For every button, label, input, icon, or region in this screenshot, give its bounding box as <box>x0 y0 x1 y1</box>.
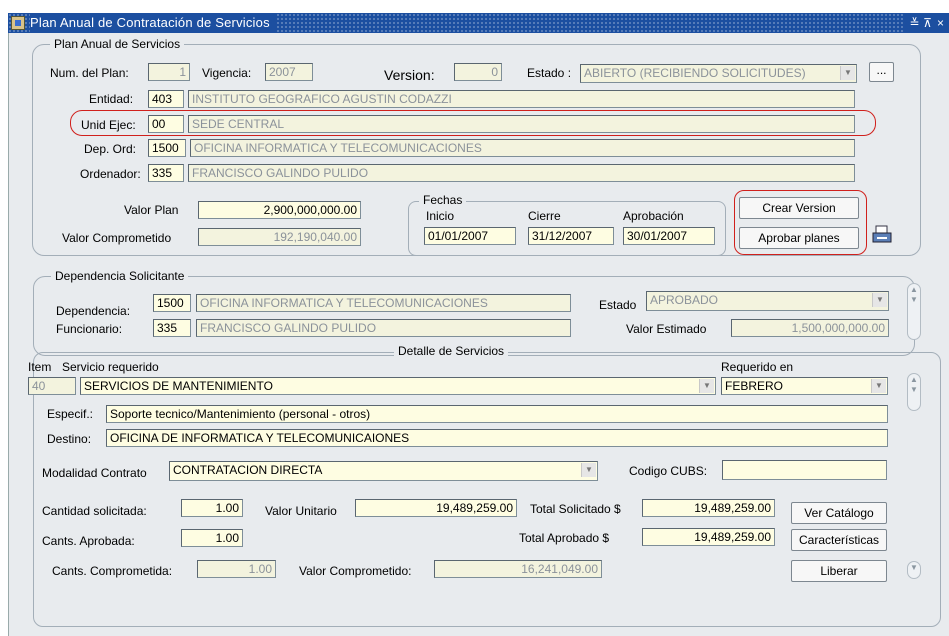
requerido-label: Requerido en <box>721 360 794 374</box>
liberar-button[interactable]: Liberar <box>791 560 887 582</box>
estado-label: Estado : <box>527 66 572 80</box>
app-icon <box>11 16 25 30</box>
estado-value: ABIERTO (RECIBIENDO SOLICITUDES) <box>584 66 806 80</box>
servicio-select[interactable]: SERVICIOS DE MANTENIMIENTO ▼ <box>80 377 716 395</box>
entidad-name-field[interactable]: INSTITUTO GEOGRAFICO AGUSTIN CODAZZI <box>188 90 855 108</box>
requerido-select[interactable]: FEBRERO ▼ <box>721 377 888 395</box>
caracteristicas-button[interactable]: Características <box>791 529 887 551</box>
plan-anual-legend: Plan Anual de Servicios <box>50 37 185 51</box>
cantidad-solicitada-label: Cantidad solicitada: <box>42 504 147 518</box>
destino-label: Destino: <box>47 432 92 446</box>
dep-ord-label: Dep. Ord: <box>84 142 137 156</box>
version-field[interactable]: 0 <box>454 63 502 81</box>
vigencia-field[interactable]: 2007 <box>265 63 313 81</box>
valor-unitario-label: Valor Unitario <box>265 504 337 518</box>
ver-catalogo-button[interactable]: Ver Catálogo <box>791 502 887 524</box>
codigo-cubs-label: Codigo CUBS: <box>629 464 708 478</box>
estado-select[interactable]: ABIERTO (RECIBIENDO SOLICITUDES) ▼ <box>580 64 857 83</box>
more-button[interactable]: ... <box>869 62 894 82</box>
chevron-down-icon[interactable]: ▼ <box>699 379 714 393</box>
entidad-code-field[interactable]: 403 <box>148 90 184 108</box>
print-icon[interactable] <box>872 225 892 245</box>
especif-label: Especif.: <box>47 407 94 421</box>
aprobacion-date-field[interactable]: 30/01/2007 <box>623 227 715 245</box>
cants-comprometida-field[interactable]: 1.00 <box>197 560 276 578</box>
codigo-cubs-field[interactable] <box>722 460 887 480</box>
estado-dep-label: Estado <box>599 298 637 312</box>
dep-ord-name-field[interactable]: OFICINA INFORMATICA Y TELECOMUNICACIONES <box>190 139 855 157</box>
detalle-lower-scroll-button[interactable]: ▼ <box>907 561 921 579</box>
ordenador-label: Ordenador: <box>80 167 141 181</box>
close-icon[interactable]: × <box>934 13 947 33</box>
fechas-legend: Fechas <box>419 193 467 207</box>
servicio-value: SERVICIOS DE MANTENIMIENTO <box>84 379 273 393</box>
estado-dep-value: APROBADO <box>650 293 719 307</box>
version-label: Version: <box>384 67 435 83</box>
valor-comprometido-det-label: Valor Comprometido: <box>299 564 412 578</box>
valor-comprometido-det-field[interactable]: 16,241,049.00 <box>434 560 602 578</box>
num-plan-field[interactable]: 1 <box>148 63 190 81</box>
detalle-legend: Detalle de Servicios <box>394 344 509 358</box>
total-solicitado-label: Total Solicitado $ <box>530 502 621 516</box>
dep-ord-code-field[interactable]: 1500 <box>148 139 186 157</box>
vigencia-label: Vigencia: <box>202 66 252 80</box>
dependencia-scrollbar[interactable]: ▲ ▼ <box>907 283 921 340</box>
minimize-icon[interactable]: ≚ <box>908 13 921 33</box>
aprobar-planes-button[interactable]: Aprobar planes <box>739 227 859 249</box>
valor-estimado-label: Valor Estimado <box>626 322 707 336</box>
cants-aprobada-label: Cants. Aprobada: <box>42 534 135 548</box>
valor-plan-field[interactable]: 2,900,000,000.00 <box>198 201 361 219</box>
window-title: Plan Anual de Contratación de Servicios <box>30 13 276 33</box>
cantidad-solicitada-field[interactable]: 1.00 <box>181 499 243 517</box>
dependencia-label: Dependencia: <box>56 304 131 318</box>
detalle-scrollbar[interactable]: ▲ ▼ <box>907 373 921 411</box>
title-bar[interactable]: Plan Anual de Contratación de Servicios … <box>8 13 949 33</box>
funcionario-name-field[interactable]: FRANCISCO GALINDO PULIDO <box>196 319 571 337</box>
total-aprobado-field[interactable]: 19,489,259.00 <box>642 528 775 546</box>
especif-field[interactable]: Soporte tecnico/Mantenimiento (personal … <box>106 405 888 423</box>
estado-dep-select[interactable]: APROBADO ▼ <box>646 291 889 311</box>
modalidad-select[interactable]: CONTRATACION DIRECTA ▼ <box>169 461 598 481</box>
item-field[interactable]: 40 <box>28 377 76 395</box>
highlight-oval-unid-ejec <box>70 110 876 136</box>
valor-comprometido-field[interactable]: 192,190,040.00 <box>198 228 361 246</box>
inicio-label: Inicio <box>426 209 455 223</box>
window-controls: ≚ ⊼ × <box>904 13 947 33</box>
funcionario-label: Funcionario: <box>56 322 123 336</box>
aprobacion-label: Aprobación <box>623 209 684 223</box>
cierre-label: Cierre <box>528 209 561 223</box>
num-plan-label: Num. del Plan: <box>50 66 129 80</box>
valor-plan-label: Valor Plan <box>124 203 179 217</box>
maximize-icon[interactable]: ⊼ <box>921 13 934 33</box>
chevron-down-icon[interactable]: ▼ <box>872 293 887 307</box>
chevron-down-icon[interactable]: ▼ <box>581 463 596 477</box>
total-solicitado-field[interactable]: 19,489,259.00 <box>642 499 775 517</box>
chevron-down-icon[interactable]: ▼ <box>840 66 855 80</box>
dependencia-code-field[interactable]: 1500 <box>153 294 191 312</box>
dependencia-name-field[interactable]: OFICINA INFORMATICA Y TELECOMUNICACIONES <box>196 294 571 312</box>
funcionario-code-field[interactable]: 335 <box>153 319 191 337</box>
entidad-label: Entidad: <box>89 92 134 106</box>
application-window: Plan Anual de Contratación de Servicios … <box>0 0 949 636</box>
cants-aprobada-field[interactable]: 1.00 <box>181 529 243 547</box>
modalidad-label: Modalidad Contrato <box>42 466 147 480</box>
ordenador-name-field[interactable]: FRANCISCO GALINDO PULIDO <box>188 164 855 182</box>
valor-unitario-field[interactable]: 19,489,259.00 <box>355 499 517 517</box>
total-aprobado-label: Total Aprobado $ <box>519 531 610 545</box>
item-label: Item <box>28 360 52 374</box>
valor-estimado-field[interactable]: 1,500,000,000.00 <box>731 319 889 337</box>
requerido-value: FEBRERO <box>725 379 784 393</box>
modalidad-value: CONTRATACION DIRECTA <box>173 463 323 477</box>
crear-version-button[interactable]: Crear Version <box>739 197 859 219</box>
servicio-label: Servicio requerido <box>62 360 159 374</box>
valor-comprometido-label: Valor Comprometido <box>62 231 172 245</box>
inicio-date-field[interactable]: 01/01/2007 <box>424 227 516 245</box>
form-canvas: Plan Anual de Servicios Num. del Plan: 1… <box>8 33 949 636</box>
chevron-down-icon[interactable]: ▼ <box>871 379 886 393</box>
dependencia-legend: Dependencia Solicitante <box>51 269 189 283</box>
destino-field[interactable]: OFICINA DE INFORMATICA Y TELECOMUNICAION… <box>106 429 888 447</box>
cants-comprometida-label: Cants. Comprometida: <box>52 564 173 578</box>
cierre-date-field[interactable]: 31/12/2007 <box>528 227 614 245</box>
ordenador-code-field[interactable]: 335 <box>148 164 184 182</box>
